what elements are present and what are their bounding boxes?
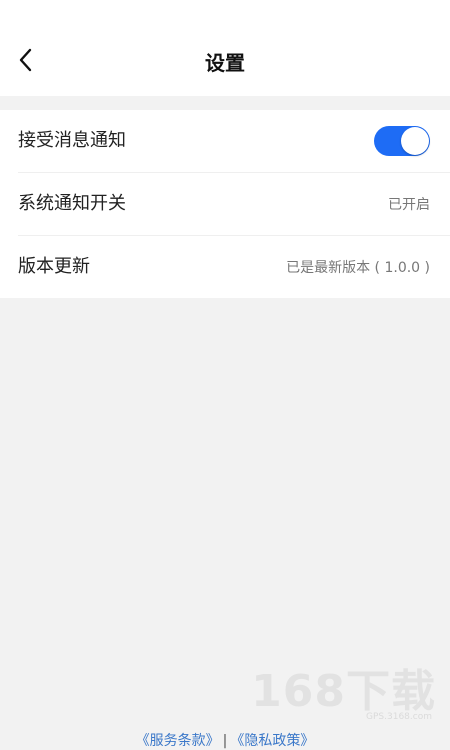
footer-separator: |	[222, 733, 228, 749]
setting-row-version-update[interactable]: 版本更新 已是最新版本 ( 1.0.0 )	[18, 236, 450, 298]
watermark-main-text: 168下载	[251, 666, 436, 717]
privacy-policy-link[interactable]: 《隐私政策》	[230, 733, 314, 749]
version-status: 已是最新版本 ( 1.0.0 )	[286, 260, 430, 276]
message-notification-toggle[interactable]	[374, 126, 430, 156]
setting-row-system-notification[interactable]: 系统通知开关 已开启	[18, 173, 450, 236]
setting-row-message-notification: 接受消息通知	[18, 110, 450, 173]
setting-label-message-notification: 接受消息通知	[18, 130, 126, 151]
settings-list: 接受消息通知 系统通知开关 已开启 版本更新 已是最新版本 ( 1.0.0 )	[0, 110, 450, 298]
watermark-logo: 168下载 GPS.3168.com	[246, 668, 436, 726]
header-bar: 设置	[0, 0, 450, 96]
footer-links: 《服务条款》 | 《隐私政策》	[0, 732, 450, 750]
toggle-knob	[401, 127, 429, 155]
setting-label-version-update: 版本更新	[18, 256, 90, 277]
watermark-sub-text: GPS.3168.com	[366, 712, 432, 722]
terms-of-service-link[interactable]: 《服务条款》	[136, 733, 220, 749]
system-notification-status: 已开启	[388, 197, 430, 213]
page-title: 设置	[205, 51, 245, 75]
setting-label-system-notification: 系统通知开关	[18, 193, 126, 214]
